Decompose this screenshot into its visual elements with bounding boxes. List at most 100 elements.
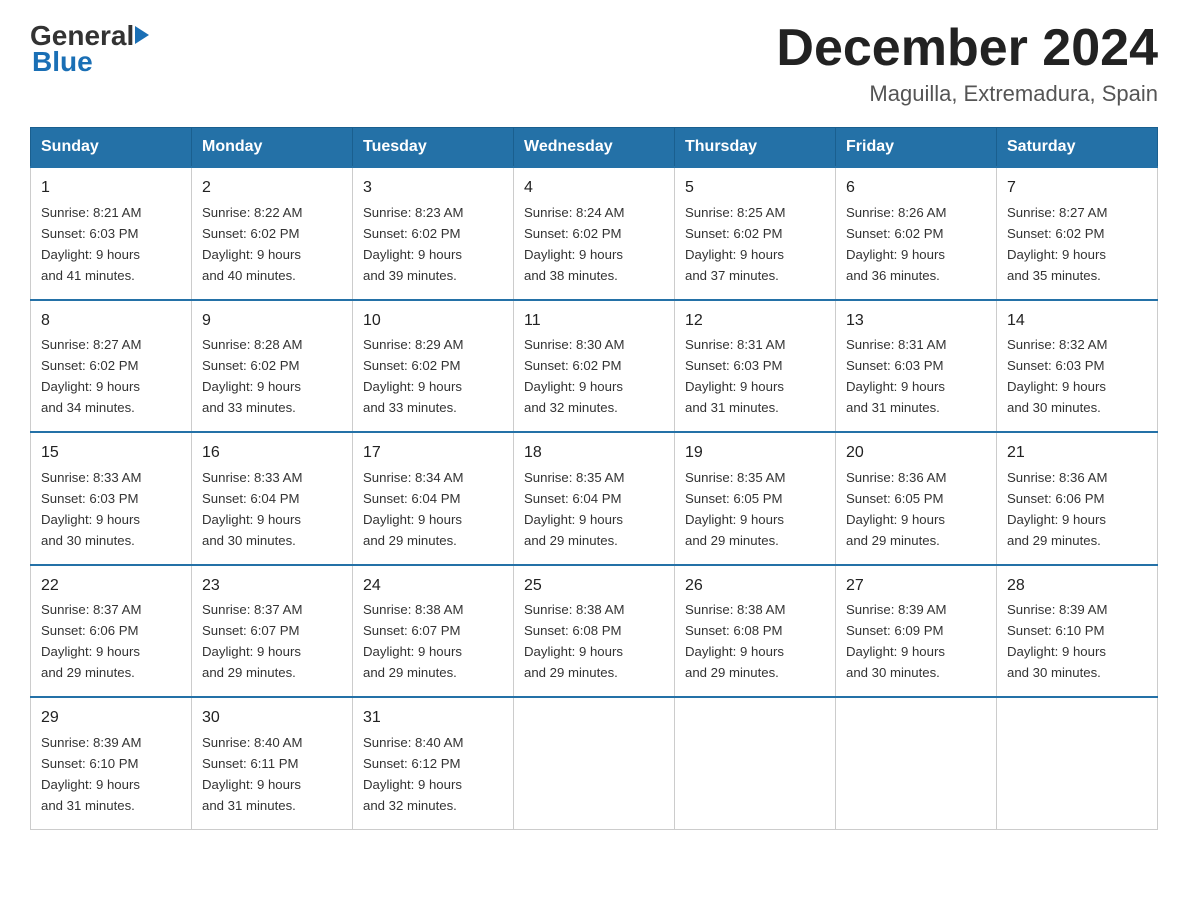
- calendar-cell: 24Sunrise: 8:38 AMSunset: 6:07 PMDayligh…: [353, 565, 514, 697]
- day-info: Sunrise: 8:22 AMSunset: 6:02 PMDaylight:…: [202, 205, 302, 283]
- calendar-cell: 5Sunrise: 8:25 AMSunset: 6:02 PMDaylight…: [675, 167, 836, 299]
- calendar-cell: 3 Sunrise: 8:23 AMSunset: 6:02 PMDaylight…: [353, 167, 514, 299]
- week-row-5: 29Sunrise: 8:39 AMSunset: 6:10 PMDayligh…: [31, 697, 1158, 829]
- day-number: 30: [202, 706, 342, 731]
- day-info: Sunrise: 8:35 AMSunset: 6:05 PMDaylight:…: [685, 470, 785, 548]
- day-number: 13: [846, 309, 986, 334]
- day-number: 11: [524, 309, 664, 334]
- calendar-cell: 1 Sunrise: 8:21 AMSunset: 6:03 PMDaylight…: [31, 167, 192, 299]
- calendar-cell: 4 Sunrise: 8:24 AMSunset: 6:02 PMDaylight…: [514, 167, 675, 299]
- day-number: 10: [363, 309, 503, 334]
- calendar-cell: 30 Sunrise: 8:40 AMSunset: 6:11 PMDayligh…: [192, 697, 353, 829]
- calendar-cell: 26 Sunrise: 8:38 AMSunset: 6:08 PMDayligh…: [675, 565, 836, 697]
- header-thursday: Thursday: [675, 128, 836, 168]
- calendar-cell: 16 Sunrise: 8:33 AMSunset: 6:04 PMDayligh…: [192, 432, 353, 564]
- day-info: Sunrise: 8:31 AMSunset: 6:03 PMDaylight:…: [685, 337, 785, 415]
- day-number: 22: [41, 574, 181, 599]
- day-info: Sunrise: 8:32 AMSunset: 6:03 PMDaylight:…: [1007, 337, 1107, 415]
- day-info: Sunrise: 8:38 AMSunset: 6:07 PMDaylight:…: [363, 602, 463, 680]
- calendar-subtitle: Maguilla, Extremadura, Spain: [776, 81, 1158, 107]
- week-row-3: 15 Sunrise: 8:33 AMSunset: 6:03 PMDayligh…: [31, 432, 1158, 564]
- day-info: Sunrise: 8:36 AMSunset: 6:06 PMDaylight:…: [1007, 470, 1107, 548]
- day-number: 1: [41, 176, 181, 201]
- day-info: Sunrise: 8:40 AMSunset: 6:12 PMDaylight:…: [363, 735, 463, 813]
- calendar-cell: 8Sunrise: 8:27 AMSunset: 6:02 PMDaylight…: [31, 300, 192, 432]
- day-number: 19: [685, 441, 825, 466]
- day-info: Sunrise: 8:29 AMSunset: 6:02 PMDaylight:…: [363, 337, 463, 415]
- header-friday: Friday: [836, 128, 997, 168]
- day-number: 2: [202, 176, 342, 201]
- day-info: Sunrise: 8:30 AMSunset: 6:02 PMDaylight:…: [524, 337, 624, 415]
- day-number: 31: [363, 706, 503, 731]
- day-info: Sunrise: 8:33 AMSunset: 6:03 PMDaylight:…: [41, 470, 141, 548]
- day-info: Sunrise: 8:27 AMSunset: 6:02 PMDaylight:…: [41, 337, 141, 415]
- day-number: 3: [363, 176, 503, 201]
- day-number: 21: [1007, 441, 1147, 466]
- day-info: Sunrise: 8:37 AMSunset: 6:06 PMDaylight:…: [41, 602, 141, 680]
- calendar-cell: 10 Sunrise: 8:29 AMSunset: 6:02 PMDayligh…: [353, 300, 514, 432]
- calendar-cell: 25Sunrise: 8:38 AMSunset: 6:08 PMDayligh…: [514, 565, 675, 697]
- calendar-cell: [997, 697, 1158, 829]
- day-info: Sunrise: 8:26 AMSunset: 6:02 PMDaylight:…: [846, 205, 946, 283]
- calendar-cell: 14 Sunrise: 8:32 AMSunset: 6:03 PMDayligh…: [997, 300, 1158, 432]
- day-info: Sunrise: 8:36 AMSunset: 6:05 PMDaylight:…: [846, 470, 946, 548]
- calendar-cell: 29Sunrise: 8:39 AMSunset: 6:10 PMDayligh…: [31, 697, 192, 829]
- day-info: Sunrise: 8:40 AMSunset: 6:11 PMDaylight:…: [202, 735, 302, 813]
- calendar-header-row: SundayMondayTuesdayWednesdayThursdayFrid…: [31, 128, 1158, 168]
- calendar-cell: 7 Sunrise: 8:27 AMSunset: 6:02 PMDaylight…: [997, 167, 1158, 299]
- day-number: 7: [1007, 176, 1147, 201]
- day-number: 29: [41, 706, 181, 731]
- logo: General Blue: [30, 20, 150, 78]
- day-number: 12: [685, 309, 825, 334]
- week-row-4: 22 Sunrise: 8:37 AMSunset: 6:06 PMDayligh…: [31, 565, 1158, 697]
- day-number: 4: [524, 176, 664, 201]
- day-number: 15: [41, 441, 181, 466]
- day-info: Sunrise: 8:35 AMSunset: 6:04 PMDaylight:…: [524, 470, 624, 548]
- calendar-cell: 20 Sunrise: 8:36 AMSunset: 6:05 PMDayligh…: [836, 432, 997, 564]
- calendar-cell: 15 Sunrise: 8:33 AMSunset: 6:03 PMDayligh…: [31, 432, 192, 564]
- calendar-cell: 17 Sunrise: 8:34 AMSunset: 6:04 PMDayligh…: [353, 432, 514, 564]
- calendar-cell: 23Sunrise: 8:37 AMSunset: 6:07 PMDayligh…: [192, 565, 353, 697]
- day-number: 16: [202, 441, 342, 466]
- calendar-cell: 12 Sunrise: 8:31 AMSunset: 6:03 PMDayligh…: [675, 300, 836, 432]
- day-info: Sunrise: 8:21 AMSunset: 6:03 PMDaylight:…: [41, 205, 141, 283]
- header-wednesday: Wednesday: [514, 128, 675, 168]
- header-saturday: Saturday: [997, 128, 1158, 168]
- calendar-cell: 2 Sunrise: 8:22 AMSunset: 6:02 PMDaylight…: [192, 167, 353, 299]
- day-number: 14: [1007, 309, 1147, 334]
- page-header: General Blue December 2024 Maguilla, Ext…: [30, 20, 1158, 107]
- day-number: 23: [202, 574, 342, 599]
- day-number: 28: [1007, 574, 1147, 599]
- calendar-cell: [514, 697, 675, 829]
- day-info: Sunrise: 8:33 AMSunset: 6:04 PMDaylight:…: [202, 470, 302, 548]
- logo-blue-text: Blue: [30, 46, 150, 78]
- day-info: Sunrise: 8:23 AMSunset: 6:02 PMDaylight:…: [363, 205, 463, 283]
- day-number: 25: [524, 574, 664, 599]
- calendar-cell: [675, 697, 836, 829]
- day-number: 17: [363, 441, 503, 466]
- day-info: Sunrise: 8:24 AMSunset: 6:02 PMDaylight:…: [524, 205, 624, 283]
- day-number: 9: [202, 309, 342, 334]
- day-info: Sunrise: 8:31 AMSunset: 6:03 PMDaylight:…: [846, 337, 946, 415]
- calendar-cell: 31 Sunrise: 8:40 AMSunset: 6:12 PMDayligh…: [353, 697, 514, 829]
- logo-arrow-icon: [135, 26, 149, 44]
- day-info: Sunrise: 8:39 AMSunset: 6:10 PMDaylight:…: [1007, 602, 1107, 680]
- day-info: Sunrise: 8:27 AMSunset: 6:02 PMDaylight:…: [1007, 205, 1107, 283]
- calendar-cell: 21 Sunrise: 8:36 AMSunset: 6:06 PMDayligh…: [997, 432, 1158, 564]
- calendar-cell: 11 Sunrise: 8:30 AMSunset: 6:02 PMDayligh…: [514, 300, 675, 432]
- calendar-title: December 2024: [776, 20, 1158, 77]
- day-info: Sunrise: 8:39 AMSunset: 6:09 PMDaylight:…: [846, 602, 946, 680]
- header-tuesday: Tuesday: [353, 128, 514, 168]
- calendar-cell: [836, 697, 997, 829]
- calendar-cell: 9Sunrise: 8:28 AMSunset: 6:02 PMDaylight…: [192, 300, 353, 432]
- day-number: 26: [685, 574, 825, 599]
- calendar-cell: 19 Sunrise: 8:35 AMSunset: 6:05 PMDayligh…: [675, 432, 836, 564]
- day-info: Sunrise: 8:34 AMSunset: 6:04 PMDaylight:…: [363, 470, 463, 548]
- calendar-cell: 6Sunrise: 8:26 AMSunset: 6:02 PMDaylight…: [836, 167, 997, 299]
- day-number: 20: [846, 441, 986, 466]
- calendar-table: SundayMondayTuesdayWednesdayThursdayFrid…: [30, 127, 1158, 829]
- day-number: 5: [685, 176, 825, 201]
- header-sunday: Sunday: [31, 128, 192, 168]
- day-info: Sunrise: 8:38 AMSunset: 6:08 PMDaylight:…: [685, 602, 785, 680]
- calendar-cell: 18Sunrise: 8:35 AMSunset: 6:04 PMDayligh…: [514, 432, 675, 564]
